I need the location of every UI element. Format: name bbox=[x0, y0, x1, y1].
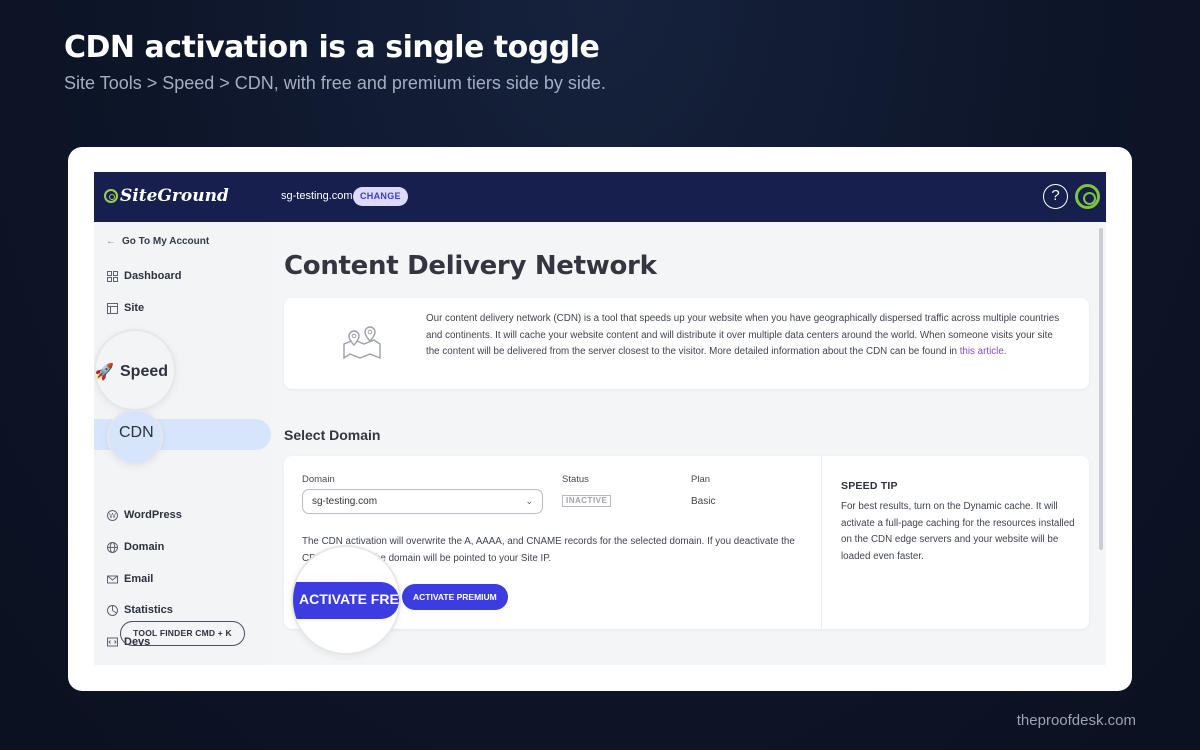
domain-card: Domain Status Plan sg-testing.com ⌄ INAC… bbox=[284, 456, 1089, 629]
code-icon bbox=[106, 636, 118, 648]
sidebar-item-wordpress[interactable]: W WordPress bbox=[106, 505, 182, 525]
logo-mark-icon bbox=[104, 189, 118, 203]
siteground-screen: SiteGround sg-testing.com CHANGE ? ← Go T… bbox=[94, 172, 1106, 665]
select-domain-title: Select Domain bbox=[284, 427, 381, 443]
page-title: CDN activation is a single toggle bbox=[64, 30, 600, 65]
sidebar-item-site[interactable]: Site bbox=[106, 298, 144, 318]
site-icon bbox=[106, 302, 118, 314]
back-arrow-icon: ← bbox=[106, 236, 116, 247]
domain-column-label: Domain bbox=[302, 474, 335, 485]
map-pins-icon bbox=[340, 326, 384, 365]
tool-finder-button[interactable]: TOOL FINDER CMD + K bbox=[120, 621, 245, 646]
current-domain: sg-testing.com bbox=[281, 190, 353, 202]
help-icon[interactable]: ? bbox=[1043, 184, 1068, 209]
cdn-info-card: Our content delivery network (CDN) is a … bbox=[284, 298, 1089, 389]
speed-magnifier: 🚀 Speed bbox=[94, 329, 176, 411]
grid-icon bbox=[106, 270, 118, 282]
chevron-down-icon: ⌄ bbox=[525, 496, 533, 506]
wordpress-icon: W bbox=[106, 509, 118, 521]
back-label: Go To My Account bbox=[122, 236, 210, 247]
mail-icon bbox=[106, 573, 118, 585]
sidebar-item-cdn[interactable]: CDN bbox=[119, 424, 154, 442]
content-title: Content Delivery Network bbox=[284, 251, 657, 281]
logo-text: SiteGround bbox=[120, 186, 229, 206]
top-bar: SiteGround sg-testing.com CHANGE ? bbox=[94, 172, 1106, 222]
sidebar-item-label: WordPress bbox=[124, 509, 182, 521]
plan-value: Basic bbox=[691, 496, 716, 507]
sidebar-item-label: Statistics bbox=[124, 604, 173, 616]
speed-tip-panel: SPEED TIP For best results, turn on the … bbox=[821, 456, 1089, 629]
speed-tip-text: For best results, turn on the Dynamic ca… bbox=[841, 501, 1075, 562]
sidebar-item-domain[interactable]: Domain bbox=[106, 537, 164, 557]
domain-select[interactable]: sg-testing.com ⌄ bbox=[302, 489, 543, 514]
status-badge: INACTIVE bbox=[562, 495, 612, 507]
domain-select-value: sg-testing.com bbox=[312, 496, 378, 507]
chart-icon bbox=[106, 604, 118, 616]
speed-tip-title: SPEED TIP bbox=[841, 480, 898, 492]
cdn-description: Our content delivery network (CDN) is a … bbox=[426, 311, 1066, 361]
sidebar-item-label: Site bbox=[124, 302, 145, 314]
activate-free-zoomed-label: ACTIVATE FREE bbox=[299, 591, 401, 607]
siteground-logo[interactable]: SiteGround bbox=[104, 186, 229, 206]
activate-free-button-zoomed[interactable]: ACTIVATE FREE bbox=[293, 582, 399, 619]
sidebar-item-dashboard[interactable]: Dashboard bbox=[106, 266, 181, 286]
footer-brand: theproofdesk.com bbox=[1016, 712, 1136, 729]
status-column-label: Status bbox=[562, 474, 589, 485]
content-scrollbar[interactable] bbox=[1099, 228, 1103, 550]
siteground-brand-icon[interactable] bbox=[1075, 184, 1100, 209]
sidebar-item-label: Dashboard bbox=[124, 270, 182, 282]
page-subtitle: Site Tools > Speed > CDN, with free and … bbox=[64, 73, 606, 93]
change-domain-button[interactable]: CHANGE bbox=[353, 187, 408, 206]
article-link[interactable]: this article. bbox=[960, 346, 1007, 357]
activate-premium-button[interactable]: ACTIVATE PREMIUM bbox=[402, 584, 508, 610]
activate-free-magnifier: ACTIVATE FREE bbox=[291, 545, 401, 655]
sidebar-item-email[interactable]: Email bbox=[106, 569, 153, 589]
go-to-account-link[interactable]: ← Go To My Account bbox=[106, 236, 209, 247]
globe-icon bbox=[106, 541, 118, 553]
rocket-icon: 🚀 bbox=[94, 364, 114, 381]
sidebar-item-statistics[interactable]: Statistics bbox=[106, 600, 173, 620]
sidebar-item-label: Email bbox=[124, 573, 154, 585]
svg-text:W: W bbox=[109, 512, 116, 520]
sidebar-item-speed[interactable]: Speed bbox=[120, 363, 168, 381]
plan-column-label: Plan bbox=[691, 474, 711, 485]
cdn-magnifier: CDN bbox=[107, 409, 163, 465]
sidebar-item-label: Domain bbox=[124, 541, 165, 553]
